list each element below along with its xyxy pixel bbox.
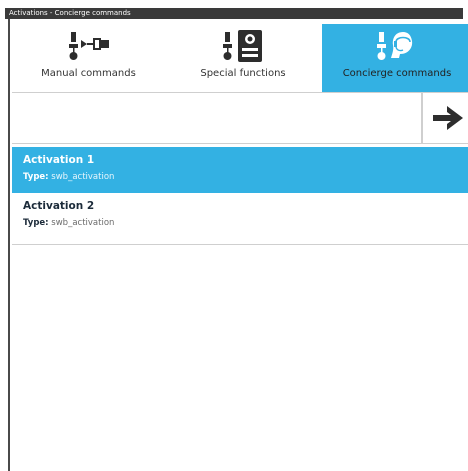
main-panel: Manual commands Special functions Concie… <box>8 19 468 471</box>
window-title: Activations - Concierge commands <box>5 8 463 19</box>
manual-commands-icon <box>68 32 109 60</box>
type-value: swb_activation <box>51 218 115 228</box>
arrow-right-icon <box>432 106 463 130</box>
list-item[interactable]: Activation 2 Type: swb_activation <box>12 193 468 245</box>
search-row <box>12 92 468 144</box>
activation-type: Type: swb_activation <box>23 172 114 182</box>
special-functions-icon <box>223 30 262 62</box>
type-label: Type: <box>23 218 49 228</box>
tab-manual-commands[interactable]: Manual commands <box>12 24 165 92</box>
concierge-commands-icon <box>377 32 413 60</box>
go-button[interactable] <box>421 93 468 143</box>
activation-name: Activation 1 <box>23 154 95 166</box>
type-value: swb_activation <box>51 172 115 182</box>
tab-special-functions[interactable]: Special functions <box>165 24 321 92</box>
search-input[interactable] <box>12 93 421 143</box>
tab-label: Concierge commands <box>342 68 452 79</box>
tab-label: Manual commands <box>41 68 136 79</box>
activation-name: Activation 2 <box>23 200 95 212</box>
tab-label: Special functions <box>200 68 286 79</box>
activation-type: Type: swb_activation <box>23 218 114 228</box>
activation-list: Activation 1 Type: swb_activation Activa… <box>12 147 468 245</box>
type-label: Type: <box>23 172 49 182</box>
tab-bar: Manual commands Special functions Concie… <box>12 24 468 92</box>
list-item[interactable]: Activation 1 Type: swb_activation <box>12 147 468 193</box>
tab-concierge-commands[interactable]: Concierge commands <box>322 24 468 92</box>
